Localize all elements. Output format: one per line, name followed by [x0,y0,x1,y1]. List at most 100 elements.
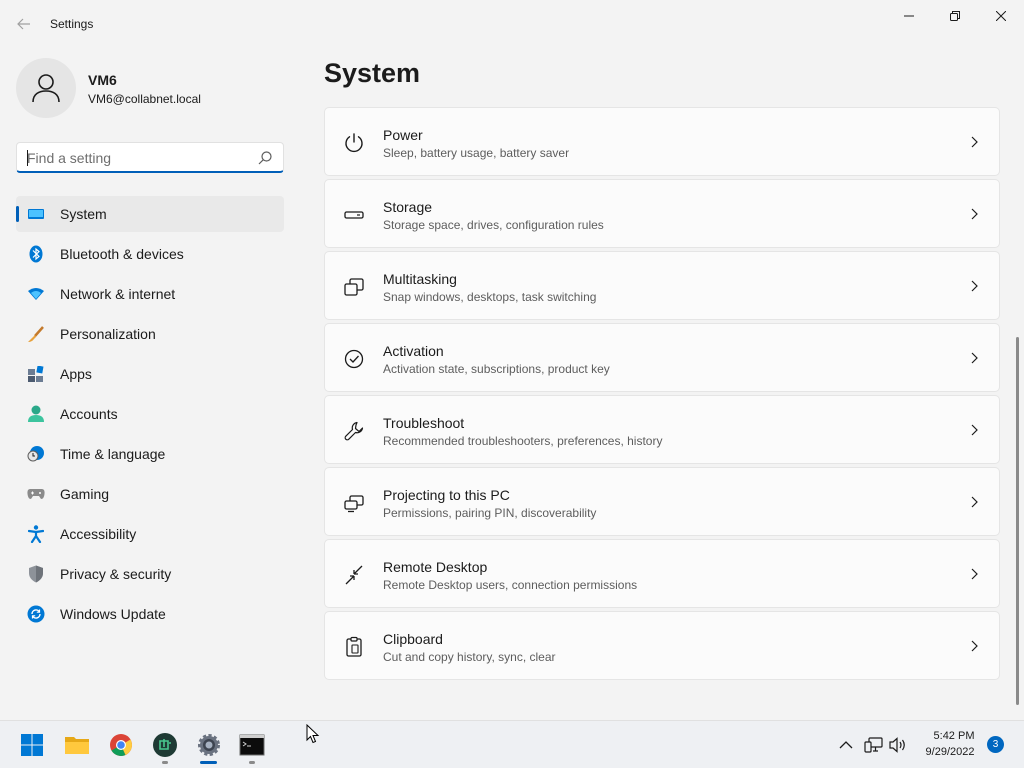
card-multitasking[interactable]: Multitasking Snap windows, desktops, tas… [324,251,1000,320]
clock-globe-icon [27,445,45,463]
sidebar-item-accessibility[interactable]: Accessibility [16,516,284,552]
restore-icon [950,11,960,21]
clock-time[interactable]: 5:42 PM [926,730,982,742]
settings-icon [198,734,220,756]
chevron-right-icon [971,640,978,652]
back-arrow-icon [17,18,30,30]
card-title: Storage [383,199,433,215]
close-icon [996,11,1006,21]
taskbar-app[interactable] [151,731,179,759]
check-circle-icon [344,349,364,369]
wrench-icon [344,421,364,441]
start-icon [21,734,43,756]
card-description: Activation state, subscriptions, product… [383,362,610,376]
card-title: Power [383,127,423,143]
sidebar-item-personalization[interactable]: Personalization [16,316,284,352]
vertical-scrollbar[interactable] [1016,337,1019,705]
sidebar-item-privacy-security[interactable]: Privacy & security [16,556,284,592]
taskbar [0,720,1024,768]
sidebar-item-label: Gaming [60,486,110,502]
volume-button[interactable] [884,731,912,759]
card-description: Snap windows, desktops, task switching [383,290,597,304]
terminal-icon [239,734,265,756]
chevron-right-icon [971,496,978,508]
card-title: Activation [383,343,444,359]
selected-indicator [16,206,19,222]
storage-icon [344,211,364,219]
sidebar-item-time-language[interactable]: Time & language [16,436,284,472]
text-cursor [27,150,28,166]
sidebar-item-bluetooth-devices[interactable]: Bluetooth & devices [16,236,284,272]
card-title: Multitasking [383,271,457,287]
card-title: Troubleshoot [383,415,465,431]
card-power[interactable]: Power Sleep, battery usage, battery save… [324,107,1000,176]
volume-icon [889,737,905,753]
sidebar-item-gaming[interactable]: Gaming [16,476,284,512]
show-hidden-icons-button[interactable] [832,731,860,759]
update-icon [27,605,45,623]
sidebar-item-system[interactable]: System [16,196,284,232]
system-icon [27,205,45,223]
page-title: System [324,58,421,88]
taskbar-terminal[interactable] [238,731,266,759]
brush-icon [27,325,45,343]
search-input[interactable] [27,149,247,167]
sidebar-item-label: Apps [60,366,92,382]
projecting-icon [344,495,364,513]
sidebar-item-accounts[interactable]: Accounts [16,396,284,432]
back-button[interactable] [10,12,38,36]
avatar[interactable] [16,58,76,118]
card-title: Projecting to this PC [383,487,510,503]
chevron-right-icon [971,280,978,292]
remote-desktop-icon [345,565,363,585]
chevron-right-icon [971,424,978,436]
search-icon[interactable] [257,150,273,166]
sidebar-item-label: Accessibility [60,526,137,542]
sidebar-item-network-internet[interactable]: Network & internet [16,276,284,312]
chevron-up-icon [839,741,853,749]
card-storage[interactable]: Storage Storage space, drives, configura… [324,179,1000,248]
search-box[interactable] [16,142,284,173]
card-clipboard[interactable]: Clipboard Cut and copy history, sync, cl… [324,611,1000,680]
title-bar [0,0,1024,48]
start-button[interactable] [18,731,46,759]
file-explorer-icon [65,737,89,754]
sidebar-item-label: System [60,206,107,222]
settings-list: Power Sleep, battery usage, battery save… [324,107,1000,683]
clipboard-icon [346,636,362,657]
card-troubleshoot[interactable]: Troubleshoot Recommended troubleshooters… [324,395,1000,464]
app-title: Settings [50,17,94,31]
taskbar-settings[interactable] [195,731,223,759]
card-projecting[interactable]: Projecting to this PC Permissions, pairi… [324,467,1000,536]
sidebar-item-windows-update[interactable]: Windows Update [16,596,284,632]
active-indicator [200,761,217,764]
card-description: Cut and copy history, sync, clear [383,650,556,664]
card-description: Recommended troubleshooters, preferences… [383,434,663,448]
gamepad-icon [27,485,45,503]
close-button[interactable] [978,4,1024,28]
minimize-icon [904,15,914,17]
taskbar-chrome[interactable] [107,731,135,759]
taskbar-file-explorer[interactable] [63,731,91,759]
multitasking-icon [344,278,364,296]
sidebar-item-apps[interactable]: Apps [16,356,284,392]
card-description: Sleep, battery usage, battery saver [383,146,570,160]
restore-button[interactable] [932,4,978,28]
sidebar-item-label: Windows Update [60,606,166,622]
apps-icon [27,365,45,383]
minimize-button[interactable] [886,4,932,28]
chevron-right-icon [971,568,978,580]
card-activation[interactable]: Activation Activation state, subscriptio… [324,323,1000,392]
card-remote-desktop[interactable]: Remote Desktop Remote Desktop users, con… [324,539,1000,608]
clock-date[interactable]: 9/29/2022 [918,746,982,758]
notification-badge[interactable]: 3 [987,736,1004,753]
user-icon [32,74,60,103]
user-email: VM6@collabnet.local [88,92,201,106]
shield-icon [27,565,45,583]
person-icon [27,405,45,423]
sidebar-item-label: Personalization [60,326,156,342]
sidebar-item-label: Privacy & security [60,566,172,582]
chevron-right-icon [971,208,978,220]
running-indicator [249,761,255,764]
power-icon [345,133,363,153]
